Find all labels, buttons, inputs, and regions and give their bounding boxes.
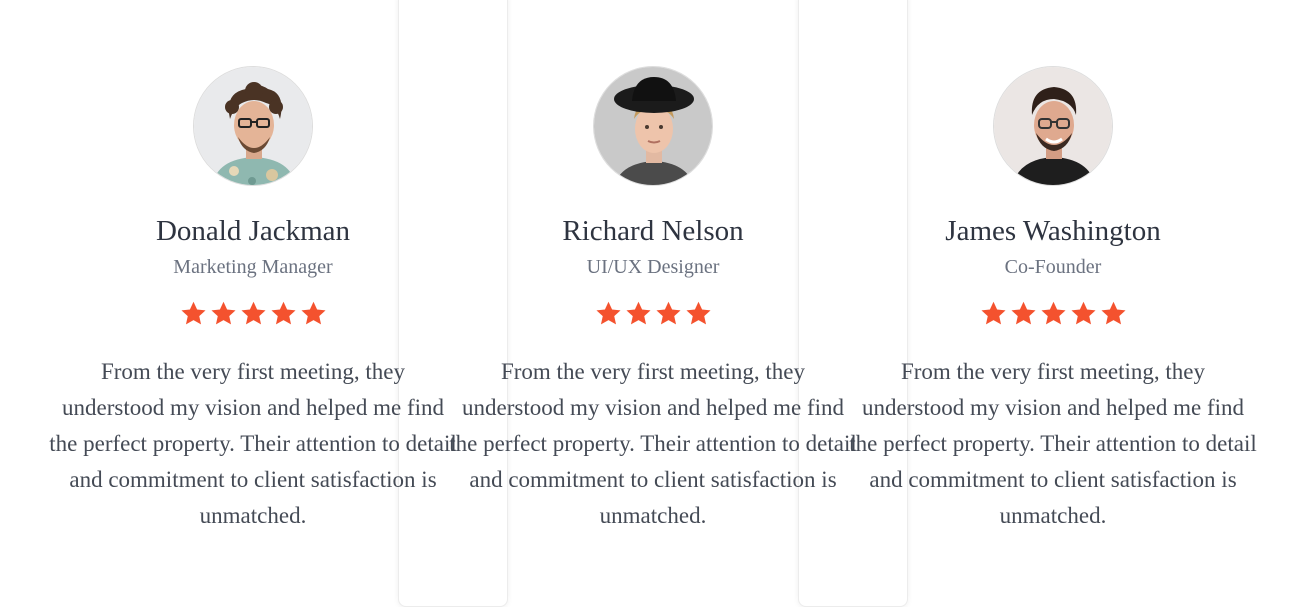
star-icon — [980, 301, 1006, 325]
star-icon — [595, 301, 621, 325]
testimonial-quote: From the very first meeting, they unders… — [849, 359, 1257, 528]
avatar-photo-curly-hair-glasses — [194, 67, 312, 185]
avatar — [993, 66, 1113, 186]
testimonial-card: Donald Jackman Marketing Manager From th… — [49, 0, 457, 607]
star-icon — [180, 301, 206, 325]
star-rating — [53, 300, 453, 334]
avatar-photo-black-hat — [594, 67, 712, 185]
star-icon — [300, 301, 326, 325]
star-icon — [270, 301, 296, 325]
star-icon — [1070, 301, 1096, 325]
star-icon — [625, 301, 651, 325]
star-rating — [853, 300, 1253, 334]
avatar — [193, 66, 313, 186]
star-icon — [685, 301, 711, 325]
testimonial-card: James Washington Co-Founder From the ver… — [849, 0, 1257, 607]
person-name: Donald Jackman — [155, 215, 351, 247]
testimonial-quote: From the very first meeting, they unders… — [49, 359, 457, 528]
person-role: Co-Founder — [1004, 256, 1102, 278]
star-icon — [240, 301, 266, 325]
avatar-photo-glasses-beard — [994, 67, 1112, 185]
person-role: UI/UX Designer — [586, 256, 720, 278]
person-role: Marketing Manager — [173, 256, 333, 278]
star-icon — [1010, 301, 1036, 325]
star-icon — [210, 301, 236, 325]
testimonial-card: Richard Nelson UI/UX Designer From the v… — [449, 0, 857, 607]
star-rating — [453, 300, 853, 334]
avatar — [593, 66, 713, 186]
star-icon — [1040, 301, 1066, 325]
star-icon — [1100, 301, 1126, 325]
person-name: Richard Nelson — [562, 215, 744, 247]
testimonial-quote: From the very first meeting, they unders… — [449, 359, 857, 528]
star-icon — [655, 301, 681, 325]
person-name: James Washington — [945, 215, 1161, 247]
